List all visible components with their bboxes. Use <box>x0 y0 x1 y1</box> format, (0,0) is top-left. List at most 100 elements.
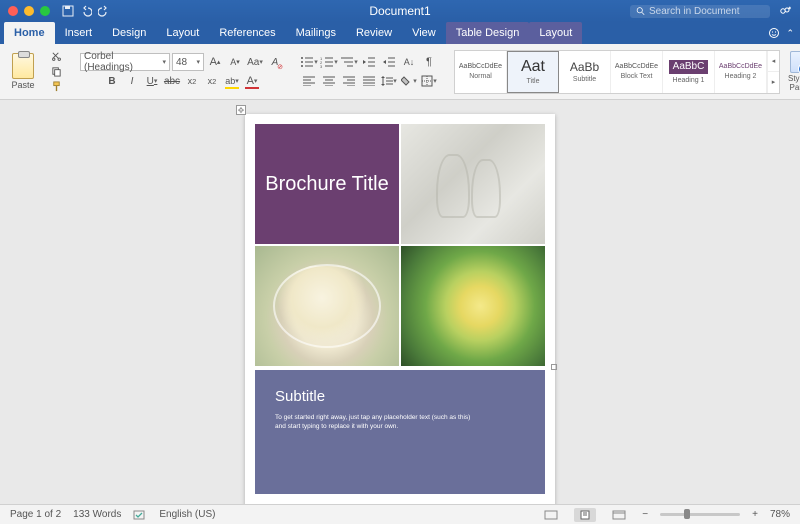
paste-button[interactable]: Paste <box>6 53 40 90</box>
underline-button[interactable]: U▾ <box>143 72 161 90</box>
brochure-image-glasses[interactable] <box>401 124 545 244</box>
close-icon[interactable] <box>8 6 18 16</box>
sort-button[interactable]: A↓ <box>400 53 418 71</box>
page-indicator[interactable]: Page 1 of 2 <box>10 509 61 520</box>
zoom-out-button[interactable]: − <box>642 509 648 520</box>
status-bar: Page 1 of 2 133 Words English (US) − + 7… <box>0 504 800 524</box>
web-layout-view-icon[interactable] <box>608 508 630 522</box>
align-left-button[interactable] <box>300 72 318 90</box>
style-block-text[interactable]: AaBbCcDdEeBlock Text <box>611 51 663 93</box>
brochure-image-pasta[interactable] <box>255 246 399 366</box>
styles-pane-icon <box>790 51 800 73</box>
bullets-button[interactable]: ▾ <box>300 53 318 71</box>
styles-pane-button[interactable]: Styles Pane <box>788 51 800 93</box>
document-title: Document1 <box>369 4 430 18</box>
increase-indent-button[interactable] <box>380 53 398 71</box>
line-spacing-button[interactable]: ▾ <box>380 72 398 90</box>
ribbon-tabs: Home Insert Design Layout References Mai… <box>0 22 800 44</box>
tab-mailings[interactable]: Mailings <box>286 22 346 44</box>
multilevel-list-button[interactable]: ▾ <box>340 53 358 71</box>
highlight-button[interactable]: ab▾ <box>223 72 241 90</box>
format-painter-button[interactable] <box>48 80 64 94</box>
paste-label: Paste <box>11 80 34 90</box>
zoom-slider[interactable] <box>660 513 740 516</box>
gallery-prev-icon[interactable]: ◂ <box>767 51 779 72</box>
font-group: Corbel (Headings)▾ 48▾ A▴ A▾ Aa▾ A⊘ B I … <box>80 53 284 90</box>
brochure-title-cell[interactable]: Brochure Title <box>255 124 399 244</box>
style-subtitle[interactable]: AaBbSubtitle <box>559 51 611 93</box>
share-icon[interactable] <box>778 4 792 18</box>
font-name-select[interactable]: Corbel (Headings)▾ <box>80 53 170 71</box>
shading-button[interactable]: ▾ <box>400 72 418 90</box>
collapse-ribbon-icon[interactable]: ⌃ <box>786 28 794 39</box>
style-heading-2[interactable]: AaBbCcDdEeHeading 2 <box>715 51 767 93</box>
brochure-image-salad[interactable] <box>401 246 545 366</box>
decrease-indent-button[interactable] <box>360 53 378 71</box>
gallery-scroll: ◂ ▸ <box>767 51 779 93</box>
tab-layout[interactable]: Layout <box>156 22 209 44</box>
style-normal[interactable]: AaBbCcDdEeNormal <box>455 51 507 93</box>
ribbon: Paste Corbel (Headings)▾ 48▾ A▴ A▾ Aa▾ A… <box>0 44 800 100</box>
superscript-button[interactable]: x2 <box>203 72 221 90</box>
window-controls <box>8 6 50 16</box>
tab-design[interactable]: Design <box>102 22 156 44</box>
tab-view[interactable]: View <box>402 22 446 44</box>
align-center-button[interactable] <box>320 72 338 90</box>
print-layout-view-icon[interactable] <box>574 508 596 522</box>
word-count[interactable]: 133 Words <box>73 509 121 520</box>
maximize-icon[interactable] <box>40 6 50 16</box>
align-right-button[interactable] <box>340 72 358 90</box>
undo-icon[interactable] <box>80 5 92 17</box>
italic-button[interactable]: I <box>123 72 141 90</box>
tab-table-design[interactable]: Table Design <box>446 22 530 44</box>
document-canvas[interactable]: ✥ Brochure Title Subtitle To get started… <box>0 100 800 504</box>
justify-button[interactable] <box>360 72 378 90</box>
table-move-handle-icon[interactable]: ✥ <box>236 105 246 115</box>
minimize-icon[interactable] <box>24 6 34 16</box>
table-resize-handle-icon[interactable] <box>551 364 557 370</box>
numbering-button[interactable]: 123▾ <box>320 53 338 71</box>
bold-button[interactable]: B <box>103 72 121 90</box>
redo-icon[interactable] <box>98 5 110 17</box>
tab-insert[interactable]: Insert <box>55 22 103 44</box>
search-box[interactable] <box>630 5 770 18</box>
brochure-grid: Brochure Title <box>255 124 545 366</box>
save-icon[interactable] <box>62 5 74 17</box>
tab-review[interactable]: Review <box>346 22 402 44</box>
zoom-level[interactable]: 78% <box>770 509 790 520</box>
cut-button[interactable] <box>48 50 64 64</box>
font-size-select[interactable]: 48▾ <box>172 53 204 71</box>
font-size-value: 48 <box>176 57 187 68</box>
search-input[interactable] <box>649 6 764 17</box>
zoom-in-button[interactable]: + <box>752 509 758 520</box>
shrink-font-button[interactable]: A▾ <box>226 53 244 71</box>
subtitle-text[interactable]: Subtitle <box>275 388 525 405</box>
titlebar: Document1 <box>0 0 800 22</box>
strikethrough-button[interactable]: abc <box>163 72 181 90</box>
page[interactable]: ✥ Brochure Title Subtitle To get started… <box>245 114 555 504</box>
borders-button[interactable]: ▾ <box>420 72 438 90</box>
style-heading-1[interactable]: AaBbCHeading 1 <box>663 51 715 93</box>
tab-table-layout[interactable]: Layout <box>529 22 582 44</box>
tab-home[interactable]: Home <box>4 22 55 44</box>
svg-text:3: 3 <box>320 64 323 68</box>
style-title[interactable]: AatTitle <box>507 51 559 93</box>
feedback-icon[interactable] <box>768 27 780 39</box>
subscript-button[interactable]: x2 <box>183 72 201 90</box>
tab-references[interactable]: References <box>209 22 285 44</box>
focus-view-icon[interactable] <box>540 508 562 522</box>
clear-formatting-button[interactable]: A⊘ <box>266 53 284 71</box>
body-text[interactable]: To get started right away, just tap any … <box>275 413 475 431</box>
font-color-button[interactable]: A▾ <box>243 72 261 90</box>
spellcheck-icon[interactable] <box>133 509 147 521</box>
styles-pane-label: Styles Pane <box>788 75 800 93</box>
zoom-thumb[interactable] <box>684 509 690 519</box>
gallery-next-icon[interactable]: ▸ <box>767 72 779 93</box>
show-marks-button[interactable]: ¶ <box>420 53 438 71</box>
quick-access-toolbar <box>62 5 110 17</box>
copy-button[interactable] <box>48 65 64 79</box>
subtitle-block[interactable]: Subtitle To get started right away, just… <box>255 370 545 494</box>
change-case-button[interactable]: Aa▾ <box>246 53 264 71</box>
grow-font-button[interactable]: A▴ <box>206 53 224 71</box>
language-indicator[interactable]: English (US) <box>159 509 215 520</box>
